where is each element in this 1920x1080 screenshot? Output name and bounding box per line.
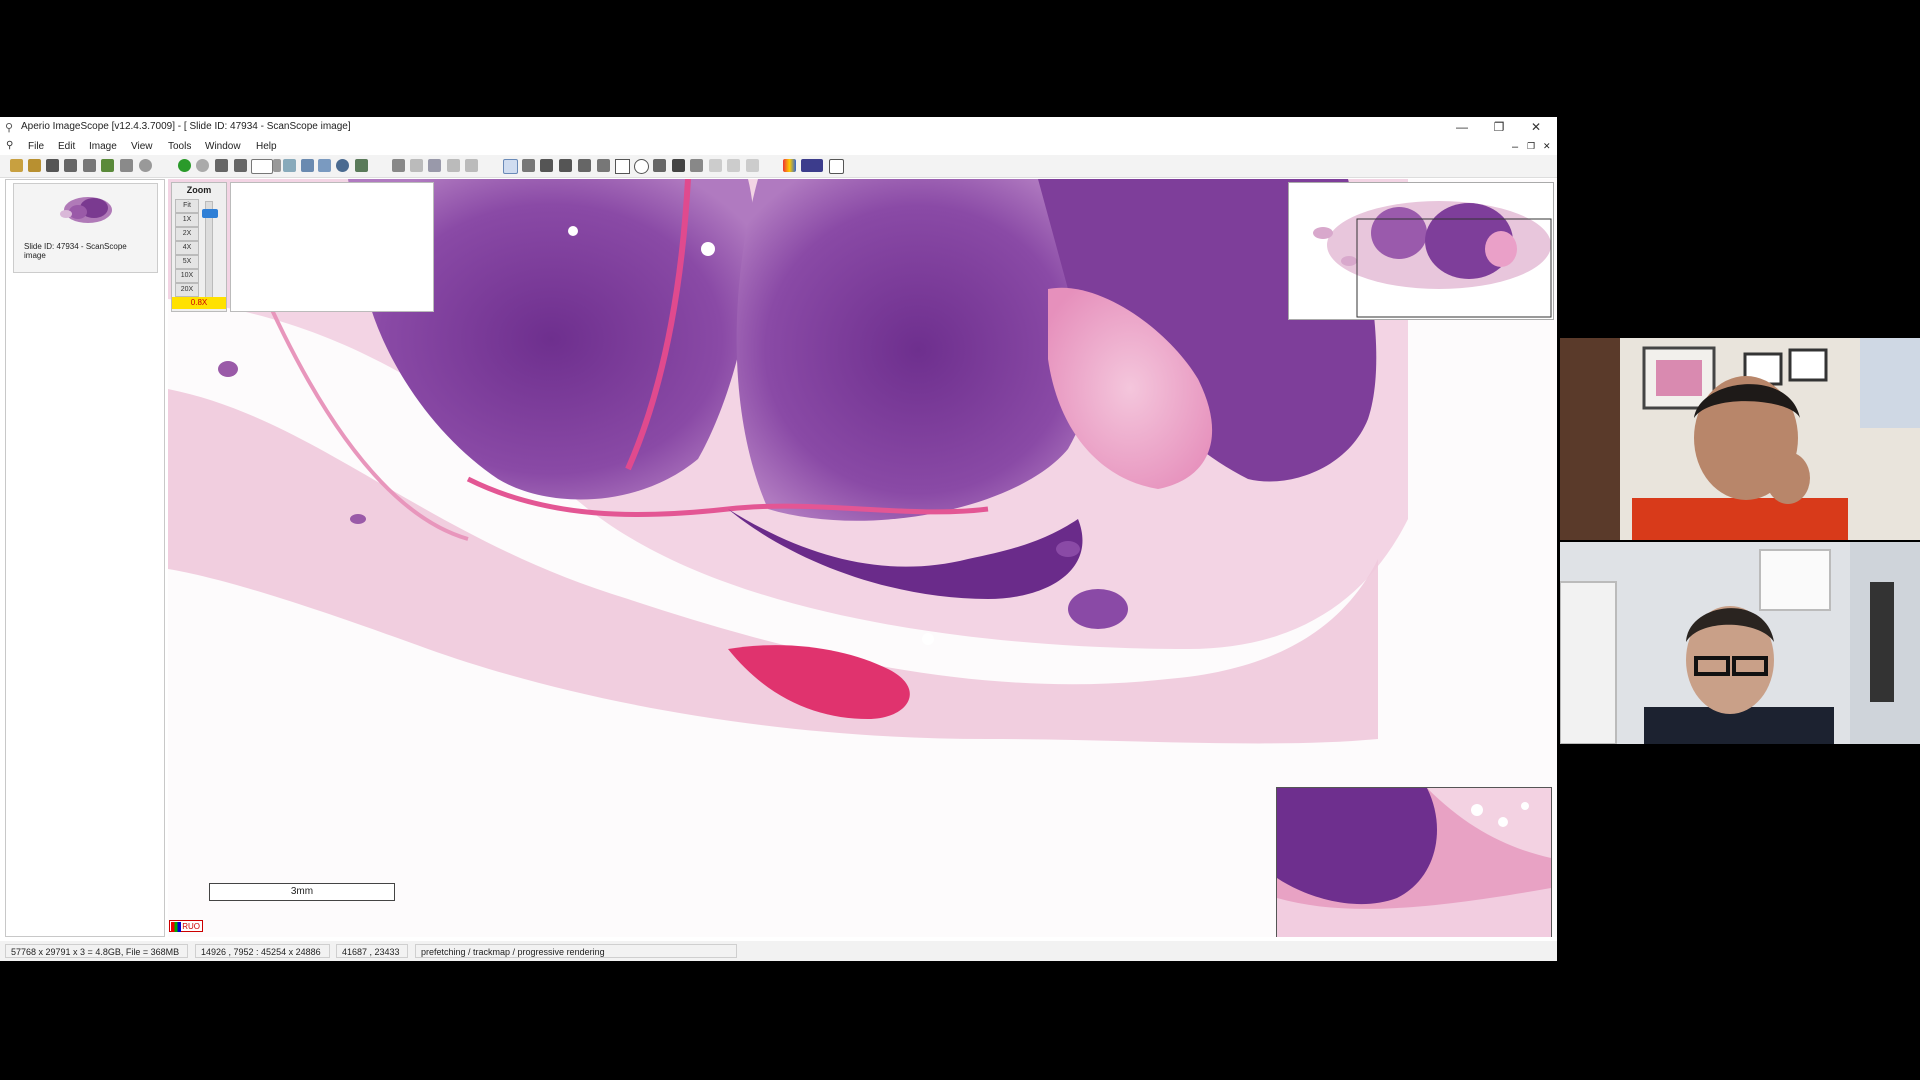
- zoom-2x-button[interactable]: 2X: [175, 227, 199, 241]
- ellipse-icon[interactable]: [634, 159, 649, 174]
- dropdown-icon[interactable]: [273, 159, 281, 172]
- grid-view-icon[interactable]: [355, 159, 368, 172]
- rectangle-icon[interactable]: [615, 159, 630, 174]
- status-dimensions: 57768 x 29791 x 3 = 4.8GB, File = 368MB: [5, 944, 188, 958]
- menu-tools[interactable]: Tools: [168, 141, 191, 152]
- overview-thumbnail[interactable]: [1288, 182, 1554, 320]
- ruo-flag-icon: [171, 922, 181, 932]
- camera-icon[interactable]: [46, 159, 59, 172]
- overview-image: [1289, 183, 1553, 319]
- back-green-icon[interactable]: [178, 159, 191, 172]
- magnify-icon[interactable]: [336, 159, 349, 172]
- arrow-icon[interactable]: [653, 159, 666, 172]
- magnifier-image: [1277, 788, 1551, 937]
- edit-icon[interactable]: [392, 159, 405, 172]
- microscope-icon: ⚲: [5, 122, 14, 134]
- paste-icon[interactable]: [746, 159, 759, 172]
- tools-icon[interactable]: [120, 159, 133, 172]
- minimize-button[interactable]: —: [1444, 118, 1480, 136]
- layers-icon[interactable]: [428, 159, 441, 172]
- info-icon[interactable]: [139, 159, 152, 172]
- status-view-region: 14926 , 7952 : 45254 x 24886: [195, 944, 330, 958]
- ruo-badge: RUO: [169, 920, 203, 932]
- doc-minimize-button[interactable]: –: [1512, 141, 1518, 153]
- color-adjust-icon[interactable]: [783, 159, 796, 172]
- snapshot-icon[interactable]: [64, 159, 77, 172]
- restore-button[interactable]: ❐: [1481, 118, 1517, 136]
- zoom-title: Zoom: [186, 185, 212, 195]
- channel-icon[interactable]: [801, 159, 823, 172]
- ruler-icon[interactable]: [597, 159, 610, 172]
- negative-pen-icon[interactable]: [578, 159, 591, 172]
- zoom-10x-button[interactable]: 10X: [175, 269, 199, 283]
- zoom-fit-button[interactable]: Fit: [175, 199, 199, 213]
- region-select-icon[interactable]: [251, 159, 273, 174]
- zoom-1x-button[interactable]: 1X: [175, 213, 199, 227]
- pan-hand-icon[interactable]: [503, 159, 518, 174]
- slide-thumbnail-image: [60, 197, 112, 223]
- participant-2-video: [1560, 542, 1920, 744]
- slide-list-panel: Slide ID: 47934 - ScanScope image: [5, 179, 165, 937]
- fit-icon[interactable]: [215, 159, 228, 172]
- table-icon[interactable]: [690, 159, 703, 172]
- menu-bar: ⚲ File Edit Image View Tools Window Help…: [0, 137, 1557, 155]
- magnifier-inset: [1276, 787, 1552, 937]
- link-icon[interactable]: [465, 159, 478, 172]
- zoom-current-value: 0.8X: [172, 297, 226, 309]
- sync-icon[interactable]: [234, 159, 247, 172]
- toolbar: [0, 155, 1557, 178]
- print-icon[interactable]: [83, 159, 96, 172]
- compare-icon[interactable]: [318, 159, 331, 172]
- select-arrow-icon[interactable]: [522, 159, 535, 172]
- video-participant-2: [1560, 542, 1920, 744]
- menu-image[interactable]: Image: [89, 141, 117, 152]
- menu-help[interactable]: Help: [256, 141, 277, 152]
- close-button[interactable]: ✕: [1518, 118, 1554, 136]
- slide-thumbnail-card[interactable]: Slide ID: 47934 - ScanScope image: [13, 183, 158, 273]
- open-folder-icon[interactable]: [10, 159, 23, 172]
- forward-gray-icon[interactable]: [196, 159, 209, 172]
- pen-icon[interactable]: [559, 159, 572, 172]
- open-icon[interactable]: [28, 159, 41, 172]
- scale-bar: 3mm: [209, 883, 395, 901]
- window-title: Aperio ImageScope [v12.4.3.7009] - [ Sli…: [21, 121, 351, 132]
- slide-viewer[interactable]: Zoom Fit 1X 2X 4X 5X 10X 20X 0.8X 3mm RU…: [168, 179, 1557, 937]
- menu-file[interactable]: File: [28, 141, 44, 152]
- ruo-label: RUO: [182, 922, 200, 931]
- help-icon[interactable]: [829, 159, 844, 174]
- curve-icon[interactable]: [709, 159, 722, 172]
- zoom-panel: Zoom Fit 1X 2X 4X 5X 10X 20X 0.8X: [171, 182, 227, 312]
- lock-icon[interactable]: [410, 159, 423, 172]
- export-icon[interactable]: [101, 159, 114, 172]
- rotate-icon[interactable]: [447, 159, 460, 172]
- doc-close-button[interactable]: ✕: [1543, 141, 1551, 152]
- snapshot2-icon[interactable]: [540, 159, 553, 172]
- view-mode-icon[interactable]: [301, 159, 314, 172]
- menu-window[interactable]: Window: [205, 141, 241, 152]
- participant-1-video: [1560, 338, 1920, 540]
- hash-icon[interactable]: [672, 159, 685, 172]
- doc-restore-button[interactable]: ❐: [1527, 141, 1535, 152]
- pin-icon[interactable]: [283, 159, 296, 172]
- imagescope-window: ⚲ Aperio ImageScope [v12.4.3.7009] - [ S…: [0, 117, 1557, 961]
- blank-label-panel: [230, 182, 434, 312]
- status-bar: 57768 x 29791 x 3 = 4.8GB, File = 368MB …: [0, 941, 1557, 961]
- copy-icon[interactable]: [727, 159, 740, 172]
- zoom-slider-thumb[interactable]: [202, 209, 218, 218]
- menu-edit[interactable]: Edit: [58, 141, 75, 152]
- zoom-4x-button[interactable]: 4X: [175, 241, 199, 255]
- status-message: prefetching / trackmap / progressive ren…: [415, 944, 737, 958]
- status-cursor: 41687 , 23433: [336, 944, 408, 958]
- title-bar: ⚲ Aperio ImageScope [v12.4.3.7009] - [ S…: [0, 117, 1557, 137]
- menu-view[interactable]: View: [131, 141, 153, 152]
- document-icon: ⚲: [6, 140, 14, 151]
- slide-thumbnail-caption: Slide ID: 47934 - ScanScope image: [24, 242, 127, 260]
- zoom-5x-button[interactable]: 5X: [175, 255, 199, 269]
- video-participant-1: [1560, 338, 1920, 540]
- zoom-20x-button[interactable]: 20X: [175, 283, 199, 297]
